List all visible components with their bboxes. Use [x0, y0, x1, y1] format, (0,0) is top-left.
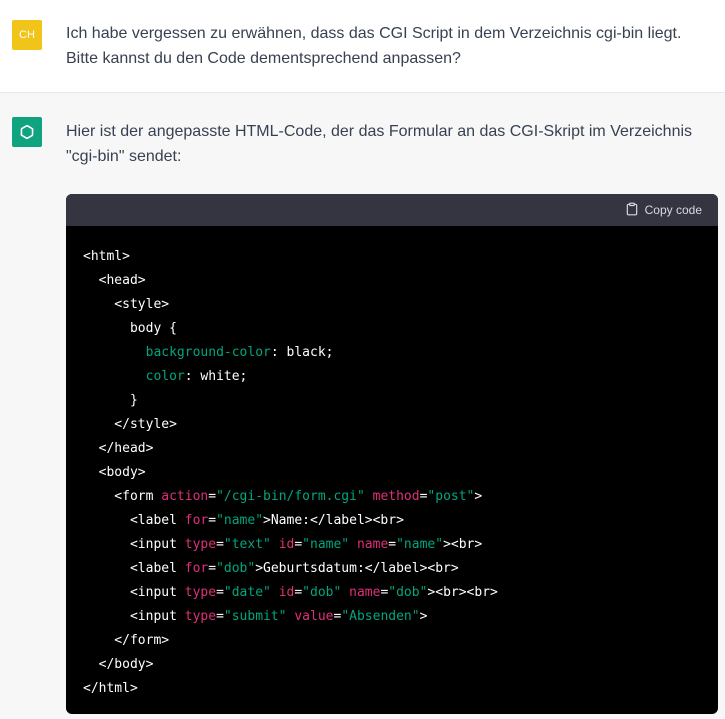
assistant-message-text: Hier ist der angepasste HTML-Code, der d… [66, 123, 693, 165]
user-message-text: Ich habe vergessen zu erwähnen, dass das… [66, 25, 682, 67]
code-line: background-color: black; [83, 341, 718, 365]
code-line: <form action="/cgi-bin/form.cgi" method=… [83, 485, 718, 509]
code-token: : black; [270, 345, 334, 360]
code-token: </html> [83, 681, 138, 696]
code-token: </form> [83, 633, 170, 648]
code-token: type [184, 609, 217, 624]
code-token: value [294, 609, 334, 624]
code-token: for [184, 513, 209, 528]
code-line: <style> [83, 293, 718, 317]
code-token: "date" [223, 585, 271, 600]
code-token: } [83, 393, 138, 408]
code-block-header: Copy code [66, 194, 718, 226]
code-token: "dob" [388, 585, 428, 600]
code-line: <html> [83, 245, 718, 269]
assistant-message: Hier ist der angepasste HTML-Code, der d… [0, 93, 725, 719]
code-token: <input [83, 609, 185, 624]
code-token: "/cgi-bin/form.cgi" [216, 489, 365, 504]
user-message: CH Ich habe vergessen zu erwähnen, dass … [0, 0, 725, 93]
code-line: <input type="text" id="name" name="name"… [83, 533, 718, 557]
code-token: "name" [216, 513, 264, 528]
code-token: = [216, 537, 224, 552]
code-token: body { [83, 321, 177, 336]
code-line: </style> [83, 413, 718, 437]
code-line: color: white; [83, 365, 718, 389]
code-token: id [278, 537, 295, 552]
code-token: >Name:</label><br> [263, 513, 404, 528]
code-line: <label for="name">Name:</label><br> [83, 509, 718, 533]
copy-code-label: Copy code [644, 203, 702, 217]
code-line: </html> [83, 677, 718, 701]
code-token: "submit" [223, 609, 287, 624]
code-token: type [184, 585, 217, 600]
code-token: <form [83, 489, 162, 504]
code-token: color [145, 369, 185, 384]
code-token: id [278, 585, 295, 600]
code-line: <body> [83, 461, 718, 485]
code-token: <label [83, 513, 185, 528]
code-line: </head> [83, 437, 718, 461]
code-token: </style> [83, 417, 177, 432]
code-line: <label for="dob">Geburtsdatum:</label><b… [83, 557, 718, 581]
code-token: "dob" [302, 585, 342, 600]
code-token: action [161, 489, 209, 504]
code-token: = [216, 585, 224, 600]
clipboard-icon [625, 202, 639, 219]
code-line: <head> [83, 269, 718, 293]
code-token: = [388, 537, 397, 552]
code-line: </form> [83, 629, 718, 653]
code-token: <input [83, 537, 185, 552]
code-token: = [208, 561, 217, 576]
code-token: <label [83, 561, 185, 576]
code-line: } [83, 389, 718, 413]
user-avatar-initials: CH [19, 29, 35, 41]
code-token: for [184, 561, 209, 576]
code-token: = [216, 609, 224, 624]
code-token: method [372, 489, 420, 504]
code-token: name [356, 537, 389, 552]
code-block: Copy code <html> <head> <style> body { b… [66, 194, 718, 714]
code-token: name [349, 585, 381, 600]
code-token: <html> [83, 249, 130, 264]
code-token: <head> [83, 273, 146, 288]
code-token: "name" [302, 537, 350, 552]
code-token: "post" [427, 489, 475, 504]
code-token: <input [83, 585, 185, 600]
code-token: = [294, 585, 303, 600]
code-token: "name" [396, 537, 444, 552]
copy-code-button[interactable]: Copy code [625, 202, 702, 219]
code-token: > [474, 489, 483, 504]
code-line: <input type="submit" value="Absenden"> [83, 605, 718, 629]
code-token: </head> [83, 441, 154, 456]
code-token: <body> [83, 465, 146, 480]
code-token: ><br> [443, 537, 483, 552]
code-token: type [184, 537, 217, 552]
code-token: <style> [83, 297, 170, 312]
code-token: background-color [145, 345, 271, 360]
code-token: "text" [223, 537, 271, 552]
user-avatar: CH [12, 20, 42, 50]
code-line: <input type="date" id="dob" name="dob"><… [83, 581, 718, 605]
code-content: <html> <head> <style> body { background-… [66, 226, 718, 701]
code-token: ><br><br> [427, 585, 498, 600]
code-token: "Absenden" [341, 609, 420, 624]
code-line: </body> [83, 653, 718, 677]
code-token: >Geburtsdatum:</label><br> [255, 561, 459, 576]
code-token: = [208, 513, 217, 528]
code-token: </body> [83, 657, 154, 672]
code-token: : white; [184, 369, 248, 384]
code-line: body { [83, 317, 718, 341]
code-token: = [208, 489, 217, 504]
openai-logo-icon [12, 117, 42, 147]
code-token: > [419, 609, 428, 624]
code-token: = [294, 537, 303, 552]
code-token: "dob" [216, 561, 256, 576]
